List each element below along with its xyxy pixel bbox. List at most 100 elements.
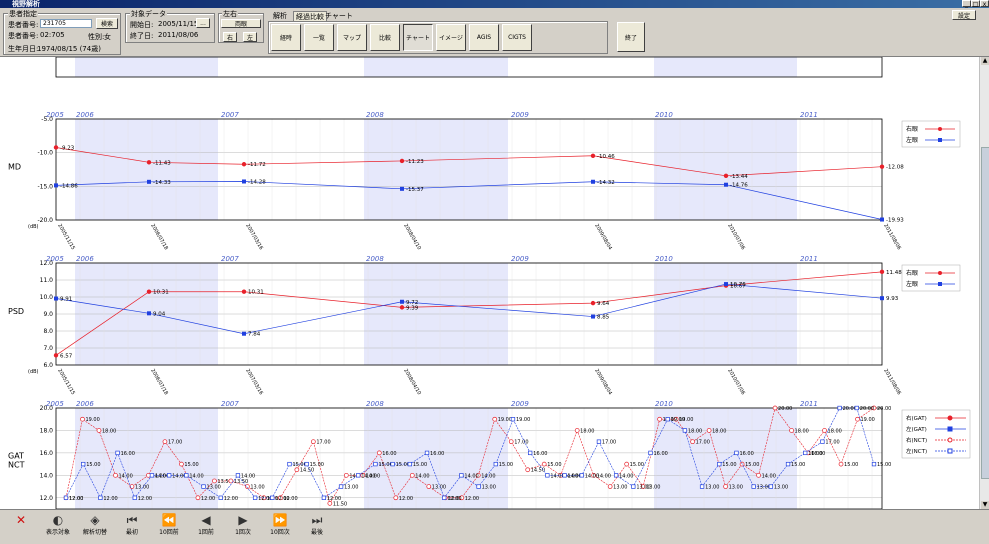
scroll-thumb[interactable]: [981, 147, 989, 479]
data-point: [242, 331, 246, 336]
view-button-6[interactable]: AGIS: [469, 24, 499, 51]
nav-button-7[interactable]: ⏩ 10回次: [265, 511, 295, 541]
data-point: [390, 461, 395, 467]
year-label: 2008: [366, 111, 384, 119]
dob-value: 1974/08/15 (74歳): [37, 45, 101, 53]
data-label: 14.00: [118, 473, 132, 479]
nav-button-8[interactable]: ⏭ 最後: [302, 511, 332, 541]
data-point: [98, 495, 103, 500]
y-axis-label: GAT: [8, 452, 24, 461]
data-point: [218, 495, 223, 500]
view-button-2[interactable]: マップ: [337, 24, 367, 51]
right-eye-button[interactable]: 右: [223, 32, 237, 42]
data-point: [648, 450, 653, 456]
data-label: 18.00: [795, 428, 809, 434]
data-label: 15.00: [499, 462, 513, 468]
y-axis-label: PSD: [8, 307, 24, 316]
close-window-icon[interactable]: x: [980, 0, 989, 8]
view-button-1[interactable]: 一覧: [304, 24, 334, 51]
data-point: [574, 428, 580, 433]
data-label: 12.00: [69, 496, 83, 502]
data-label: 14.00: [241, 473, 255, 479]
y-tick-label: 7.0: [43, 345, 53, 352]
data-point: [54, 296, 58, 301]
tab-chart[interactable]: チャート: [325, 11, 353, 21]
y-tick-label: -10.0: [37, 150, 53, 157]
year-label: 2010: [655, 255, 673, 263]
data-point: [149, 473, 155, 478]
start-date-label: 開始日:: [130, 21, 154, 29]
data-label: -14.86: [60, 183, 78, 189]
data-point: [294, 467, 300, 473]
y-tick-label: -20.0: [37, 217, 53, 224]
y-tick-label: 16.0: [40, 450, 54, 457]
data-label: 19.00: [498, 417, 512, 423]
view-button-3[interactable]: 比較: [370, 24, 400, 51]
left-eye-button[interactable]: 左: [243, 32, 257, 42]
data-label: 9.04: [153, 311, 166, 317]
tab-analysis[interactable]: 解析: [273, 11, 287, 21]
data-label: 13.00: [705, 485, 719, 491]
data-point: [624, 461, 630, 467]
nav-button-0[interactable]: ✕: [6, 511, 36, 541]
view-button-7[interactable]: CIGTS: [502, 24, 532, 51]
data-point: [822, 428, 827, 433]
data-point: [476, 484, 481, 489]
minimize-icon[interactable]: _: [962, 0, 971, 8]
vertical-scrollbar[interactable]: ▲ ▼: [979, 57, 989, 509]
data-label: 8.85: [597, 315, 610, 321]
view-button-0[interactable]: 経時: [271, 24, 301, 51]
nav-button-label: 10回前: [159, 529, 179, 536]
end-date-value: 2011/08/06: [158, 31, 199, 39]
data-label: 10.31: [248, 290, 264, 296]
y-tick-label: 8.0: [43, 328, 53, 335]
year-band-top: [364, 57, 508, 77]
patient-group-label: 患者指定: [8, 9, 38, 19]
year-band-top: [654, 57, 797, 77]
nav-button-6[interactable]: ▶ 1回次: [228, 511, 258, 541]
view-button-4[interactable]: チャート: [403, 24, 433, 51]
nav-button-5[interactable]: ◀ 1回前: [191, 511, 221, 541]
data-label: 16.00: [533, 451, 547, 457]
nav-button-4[interactable]: ⏪ 10回前: [154, 511, 184, 541]
data-label: 15.00: [310, 462, 324, 468]
x-date-label: 2005/11/15: [56, 223, 76, 251]
data-label: 16.00: [739, 451, 753, 457]
search-button[interactable]: 検索: [96, 18, 118, 29]
data-label: 11.50: [333, 501, 347, 507]
data-point: [409, 472, 415, 478]
view-button-5[interactable]: イメージ: [436, 24, 466, 51]
nav-button-1[interactable]: ◐ 表示対象: [43, 511, 73, 541]
data-point: [525, 467, 531, 473]
settings-button[interactable]: 設定: [952, 10, 976, 20]
date-picker-button[interactable]: ...: [196, 18, 210, 28]
nav-button-3[interactable]: ⏮ 最初: [117, 511, 147, 541]
exit-button[interactable]: 終了: [617, 22, 645, 52]
data-point: [803, 450, 808, 456]
data-label: 13.00: [344, 485, 358, 491]
unit-label: (dB): [28, 224, 39, 230]
data-label: 15.00: [722, 462, 736, 468]
data-point: [510, 417, 516, 422]
data-point: [162, 439, 168, 445]
data-point: [682, 428, 688, 433]
patient-id-input[interactable]: 231705: [40, 19, 92, 28]
nav-button-2[interactable]: ◈ 解析切替: [80, 511, 110, 541]
data-label: -11.43: [153, 160, 171, 166]
maximize-icon[interactable]: □: [971, 0, 980, 8]
data-label: 15.00: [413, 462, 427, 468]
data-point: [399, 305, 405, 310]
year-label: 2009: [511, 400, 529, 408]
data-point: [356, 473, 361, 478]
charts-svg: 2005 2006 2007 2008 2009 2010 2011-5.0-10.0-15…: [8, 57, 971, 509]
year-label: 2007: [221, 400, 239, 408]
scroll-down-icon[interactable]: ▼: [981, 501, 989, 509]
prev-icon: ◀: [201, 513, 211, 527]
year-label: 2011: [800, 255, 818, 263]
data-label: 15.00: [86, 462, 100, 468]
data-point: [373, 461, 378, 467]
both-eyes-button[interactable]: 両眼: [221, 19, 261, 28]
start-date-value: 2005/11/15: [158, 20, 199, 28]
data-label: -9.23: [60, 145, 75, 151]
scroll-up-icon[interactable]: ▲: [981, 57, 989, 65]
